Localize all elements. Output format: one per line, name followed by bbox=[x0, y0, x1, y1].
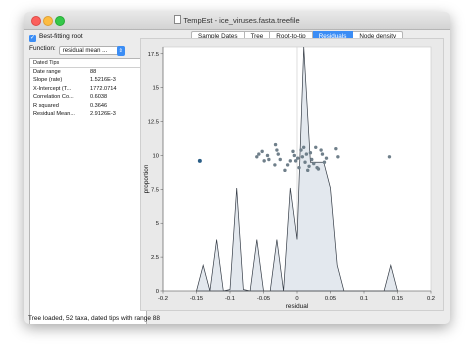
tips-row-value: 2.9126E-3 bbox=[90, 110, 116, 117]
window-title: TempEst - ice_viruses.fasta.treefile bbox=[24, 15, 450, 25]
data-point bbox=[292, 153, 297, 158]
data-point bbox=[299, 148, 303, 152]
tips-row-value: 88 bbox=[90, 69, 97, 75]
best-fitting-root-label: Best-fitting root bbox=[39, 33, 83, 40]
y-tick-label: 0 bbox=[156, 289, 159, 295]
data-point bbox=[273, 142, 278, 147]
data-point bbox=[265, 153, 270, 158]
x-tick-label: 0.05 bbox=[325, 296, 336, 302]
tips-row: Correlation Co... 0.6038 bbox=[30, 93, 146, 101]
function-select-value: residual mean ... bbox=[62, 48, 108, 54]
tips-row: R squared 0.3646 bbox=[30, 102, 146, 110]
residuals-chart: -0.2 -0.15 -0.1 -0.05 0 0.05 0.1 0.15 0.2 0 2.5 5 7.… bbox=[143, 46, 435, 310]
data-point bbox=[275, 148, 279, 152]
data-point bbox=[257, 152, 261, 156]
tips-row-key: Date range bbox=[33, 69, 61, 75]
tips-row-key: Slope (rate) bbox=[33, 77, 63, 84]
data-point bbox=[303, 160, 307, 164]
data-point bbox=[255, 155, 259, 159]
data-point bbox=[297, 165, 301, 170]
data-point bbox=[308, 151, 313, 155]
tips-row-key: Residual Mean... bbox=[33, 110, 75, 117]
data-point bbox=[293, 159, 298, 163]
function-row: Function: residual mean ... ⇕ bbox=[29, 45, 125, 56]
function-select[interactable]: residual mean ... ⇕ bbox=[58, 46, 125, 56]
y-axis-label: proportion bbox=[143, 164, 150, 193]
tips-row: Date range 88 bbox=[30, 68, 146, 76]
data-point bbox=[336, 155, 340, 159]
tips-row-key: R squared bbox=[33, 102, 59, 109]
x-tick-label: 0.2 bbox=[427, 296, 435, 302]
title-bar: TempEst - ice_viruses.fasta.treefile bbox=[24, 12, 450, 30]
data-point bbox=[304, 152, 309, 156]
y-tick-label: 2.5 bbox=[151, 255, 159, 261]
y-tick-label: 17.5 bbox=[148, 52, 159, 58]
y-tick-label: 15 bbox=[153, 86, 159, 92]
data-point bbox=[283, 168, 287, 173]
data-point bbox=[273, 163, 277, 167]
data-point bbox=[291, 149, 295, 154]
tips-row-key: X-Intercept (T... bbox=[33, 85, 72, 92]
residuals-plot-area[interactable]: -0.2 -0.15 -0.1 -0.05 0 0.05 0.1 0.15 0.2 0 2.5 5 7.… bbox=[140, 38, 444, 311]
data-point bbox=[260, 149, 264, 154]
y-tick-label: 12.5 bbox=[148, 120, 159, 126]
tips-row-value: 1772.0714 bbox=[90, 85, 117, 92]
data-point bbox=[312, 161, 316, 166]
dated-tips-header: Dated Tips bbox=[30, 59, 146, 68]
x-tick-label: 0.15 bbox=[392, 296, 403, 302]
data-point bbox=[300, 155, 305, 159]
data-point bbox=[288, 159, 292, 163]
best-fitting-root-row[interactable]: ✓ Best-fitting root bbox=[29, 33, 83, 43]
document-icon bbox=[174, 15, 182, 24]
data-point bbox=[278, 157, 282, 162]
data-point bbox=[320, 152, 325, 156]
status-bar: Tree loaded, 52 taxa, dated tips with ra… bbox=[28, 315, 161, 322]
select-arrows-icon: ⇕ bbox=[116, 46, 125, 56]
data-point bbox=[295, 156, 300, 160]
highlighted-data-point bbox=[197, 158, 202, 163]
x-tick-label: 0.1 bbox=[360, 296, 368, 302]
window-title-text: TempEst - ice_viruses.fasta.treefile bbox=[183, 16, 300, 25]
tips-row-value: 0.3646 bbox=[90, 102, 108, 109]
x-tick-label: 0 bbox=[295, 296, 298, 302]
x-tick-label: -0.15 bbox=[190, 296, 203, 302]
best-fitting-root-checkbox[interactable]: ✓ bbox=[29, 35, 36, 42]
y-tick-label: 10 bbox=[153, 153, 159, 159]
tips-row: X-Intercept (T... 1772.0714 bbox=[30, 85, 146, 93]
data-point bbox=[319, 148, 323, 152]
data-point bbox=[276, 152, 280, 156]
y-tick-label: 5 bbox=[156, 221, 159, 227]
tips-row-key: Correlation Co... bbox=[33, 94, 74, 101]
data-point bbox=[262, 159, 266, 163]
x-tick-label: -0.2 bbox=[158, 296, 168, 302]
data-point bbox=[302, 145, 306, 150]
tips-row: Slope (rate) 1.5216E-3 bbox=[30, 76, 146, 84]
function-label: Function: bbox=[29, 45, 56, 52]
tips-row-value: 1.5216E-3 bbox=[90, 77, 116, 84]
data-point bbox=[307, 164, 311, 168]
tips-row: Residual Mean... 2.9126E-3 bbox=[30, 110, 146, 118]
data-point bbox=[310, 157, 314, 162]
data-point bbox=[334, 146, 338, 151]
x-tick-label: -0.1 bbox=[225, 296, 235, 302]
data-point bbox=[267, 157, 271, 162]
data-point bbox=[314, 145, 318, 150]
x-axis-label: residual bbox=[286, 303, 308, 310]
data-point bbox=[387, 155, 392, 159]
dated-tips-table[interactable]: Dated Tips Date range 88 Slope (rate) 1.521… bbox=[29, 58, 147, 324]
x-tick-label: -0.05 bbox=[257, 296, 270, 302]
data-point bbox=[316, 167, 321, 171]
data-point bbox=[306, 168, 310, 173]
data-point bbox=[324, 156, 329, 160]
app-window: TempEst - ice_viruses.fasta.treefile ✓ Be… bbox=[24, 12, 450, 324]
y-tick-label: 7.5 bbox=[151, 187, 159, 193]
tips-row-value: 0.6038 bbox=[90, 94, 108, 101]
data-point bbox=[322, 160, 327, 164]
data-point bbox=[285, 163, 290, 167]
